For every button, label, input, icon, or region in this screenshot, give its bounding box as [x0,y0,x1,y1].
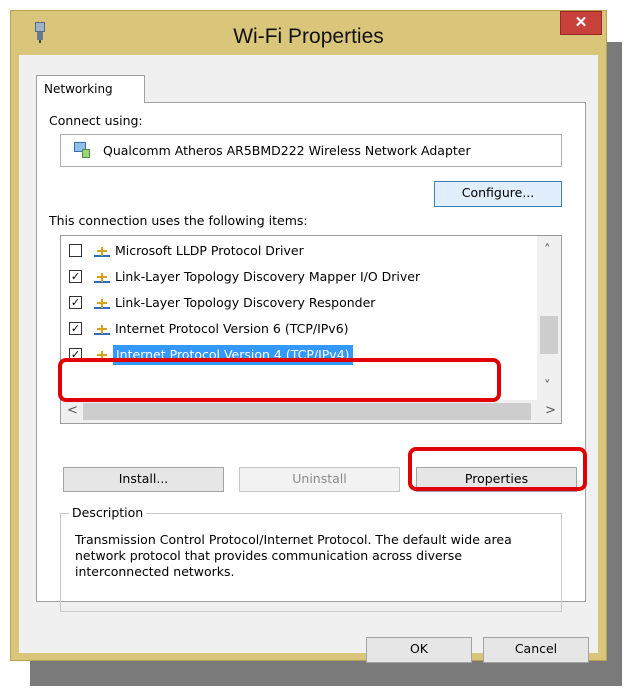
list-item[interactable]: ✓ Link-Layer Topology Discovery Mapper I… [61,266,537,290]
vertical-scrollbar[interactable]: ˄ ˅ [537,236,561,400]
tab-networking[interactable]: Networking [36,75,145,103]
scroll-right-arrow-icon[interactable]: > [545,404,556,417]
item-label: Link-Layer Topology Discovery Responder [115,295,376,310]
annotation-highlight-properties [408,447,587,491]
vertical-scroll-thumb[interactable] [540,316,558,354]
ok-button[interactable]: OK [366,637,472,663]
item-checkbox[interactable]: ✓ [69,296,82,309]
connect-using-label: Connect using: [49,113,143,128]
network-adapter-icon [74,142,90,158]
adapter-name: Qualcomm Atheros AR5BMD222 Wireless Netw… [103,143,471,158]
item-label: Internet Protocol Version 6 (TCP/IPv6) [115,321,349,336]
scroll-up-arrow-icon[interactable]: ˄ [544,244,551,257]
description-group: Description Transmission Control Protoco… [60,505,562,612]
cancel-button[interactable]: Cancel [483,637,589,663]
protocol-icon [94,247,110,257]
description-text: Transmission Control Protocol/Internet P… [75,532,512,579]
item-label: Microsoft LLDP Protocol Driver [115,243,304,258]
title-bar: Wi-Fi Properties ✕ [11,11,606,55]
item-checkbox[interactable] [69,244,82,257]
networking-tab-panel: Connect using: Qualcomm Atheros AR5BMD22… [36,102,586,612]
description-title: Description [69,505,147,520]
item-checkbox[interactable]: ✓ [69,270,82,283]
list-item[interactable]: ✓ Link-Layer Topology Discovery Responde… [61,292,537,316]
install-button[interactable]: Install... [63,467,224,492]
protocol-icon [94,273,110,283]
configure-button[interactable]: Configure... [434,181,562,207]
protocol-icon [94,299,110,309]
dialog-window: Wi-Fi Properties ✕ Networking Connect us… [10,10,607,663]
dialog-client-area: Networking Connect using: Qualcomm Ather… [19,55,598,663]
item-label: Link-Layer Topology Discovery Mapper I/O… [115,269,421,284]
window-title: Wi-Fi Properties [233,25,384,48]
adapter-box: Qualcomm Atheros AR5BMD222 Wireless Netw… [60,134,562,167]
uninstall-button[interactable]: Uninstall [239,467,400,492]
scroll-left-arrow-icon[interactable]: < [67,404,78,417]
list-item[interactable]: Microsoft LLDP Protocol Driver [61,240,537,264]
protocol-icon [94,325,110,335]
item-checkbox[interactable]: ✓ [69,322,82,335]
items-label: This connection uses the following items… [49,213,308,228]
list-item[interactable]: ✓ Internet Protocol Version 6 (TCP/IPv6) [61,318,537,342]
scroll-down-arrow-icon[interactable]: ˅ [544,380,551,393]
annotation-highlight-ipv4 [58,358,501,402]
horizontal-scroll-thumb[interactable] [83,403,531,420]
horizontal-scrollbar[interactable]: < > [61,400,561,423]
close-button[interactable]: ✕ [560,11,602,35]
